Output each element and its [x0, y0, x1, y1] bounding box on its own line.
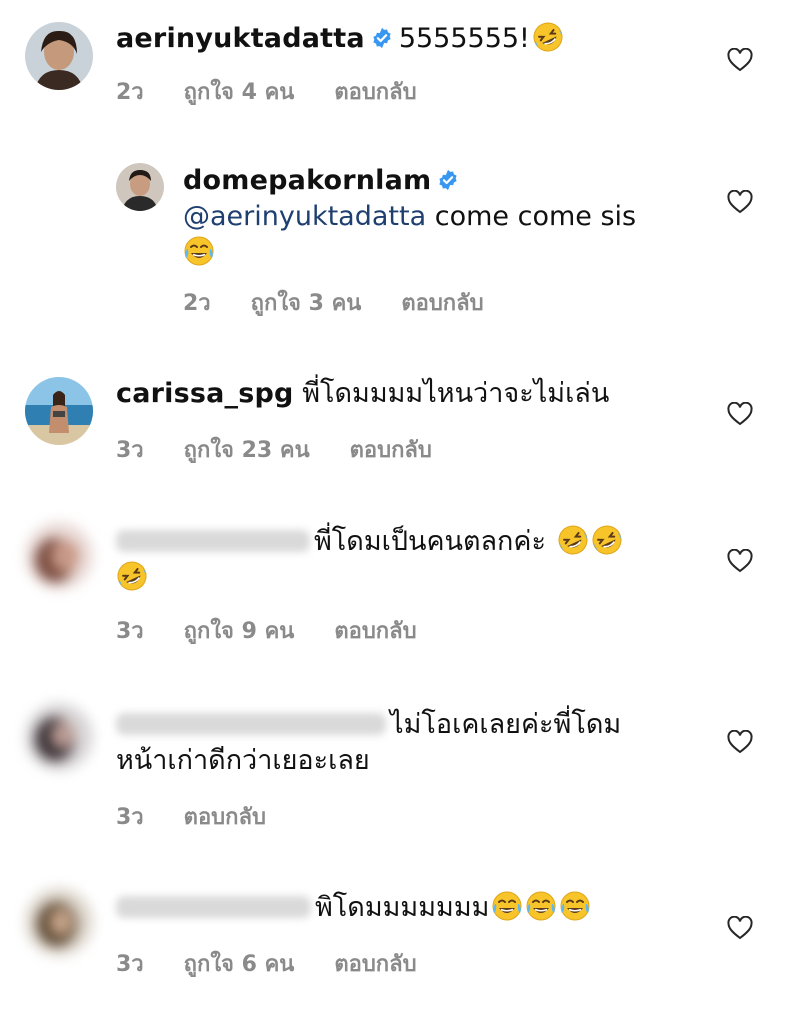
comment-body: domepakornlam @aerinyuktadatta come come… [183, 163, 683, 271]
likes-count[interactable]: ถูกใจ 3 คน [251, 285, 362, 320]
face-with-tears-of-joy-emoji [525, 890, 557, 922]
likes-count[interactable]: ถูกใจ 4 คน [184, 74, 295, 109]
avatar[interactable] [25, 22, 93, 90]
reply-button[interactable]: ตอบกลับ [184, 799, 266, 834]
comment-meta: 3ว ตอบกลับ [116, 799, 266, 834]
avatar[interactable] [25, 522, 93, 590]
avatar[interactable] [25, 377, 93, 445]
likes-count[interactable]: ถูกใจ 23 คน [184, 432, 310, 467]
heart-icon[interactable] [727, 48, 753, 72]
comment-body: ไม่โอเคเลยค่ะพี่โดม หน้าเก่าดีกว่าเยอะเล… [116, 707, 676, 779]
face-with-tears-of-joy-emoji [559, 890, 591, 922]
comment-time: 3ว [116, 438, 144, 463]
face-with-tears-of-joy-emoji [491, 890, 523, 922]
username[interactable]: carissa_spg [116, 378, 294, 409]
comment-text: พี่โดมมมมไหนว่าจะไม่เล่น [302, 378, 610, 409]
mention-link[interactable]: @aerinyuktadatta [183, 201, 426, 232]
comment-text-line2: หน้าเก่าดีกว่าเยอะเลย [116, 745, 370, 776]
reply-button[interactable]: ตอบกลับ [350, 432, 432, 467]
comment-meta: 3ว ถูกใจ 9 คน ตอบกลับ [116, 613, 417, 648]
rolling-on-floor-laughing-emoji [116, 560, 148, 592]
verified-badge-icon [437, 169, 459, 191]
masked-username[interactable] [116, 713, 386, 735]
heart-icon[interactable] [727, 549, 753, 573]
comment-time: 2ว [116, 80, 144, 105]
avatar[interactable] [116, 163, 164, 211]
rolling-on-floor-laughing-emoji [591, 524, 623, 556]
comment-meta: 3ว ถูกใจ 6 คน ตอบกลับ [116, 946, 417, 981]
masked-username[interactable] [116, 896, 311, 918]
comment-text: come come sis [434, 201, 637, 232]
reply-button[interactable]: ตอบกลับ [334, 946, 416, 981]
comment-meta: 2ว ถูกใจ 3 คน ตอบกลับ [183, 285, 484, 320]
comment-body: carissa_spg พี่โดมมมมไหนว่าจะไม่เล่น [116, 376, 609, 412]
comment-body: พี่โดมเป็นคนตลกค่ะ [116, 524, 676, 596]
comment-time: 3ว [116, 805, 144, 830]
masked-username[interactable] [116, 530, 310, 552]
comment-time: 3ว [116, 619, 144, 644]
rolling-on-floor-laughing-emoji [532, 21, 564, 53]
comment-text: พิโดมมมมมมม [315, 892, 490, 923]
reply-button[interactable]: ตอบกลับ [334, 74, 416, 109]
username[interactable]: domepakornlam [183, 165, 431, 196]
comment-body: พิโดมมมมมมม [116, 890, 591, 926]
reply-button[interactable]: ตอบกลับ [401, 285, 483, 320]
heart-icon[interactable] [727, 916, 753, 940]
heart-icon[interactable] [727, 402, 753, 426]
comment-text: 5555555! [398, 23, 530, 54]
face-with-tears-of-joy-emoji [183, 235, 215, 267]
comment-text: พี่โดมเป็นคนตลกค่ะ [314, 526, 546, 557]
comment-meta: 3ว ถูกใจ 23 คน ตอบกลับ [116, 432, 432, 467]
comment-body: aerinyuktadatta 5555555! [116, 21, 564, 57]
comment-time: 2ว [183, 291, 211, 316]
comment-meta: 2ว ถูกใจ 4 คน ตอบกลับ [116, 74, 417, 109]
rolling-on-floor-laughing-emoji [557, 524, 589, 556]
username[interactable]: aerinyuktadatta [116, 23, 365, 54]
reply-button[interactable]: ตอบกลับ [334, 613, 416, 648]
likes-count[interactable]: ถูกใจ 6 คน [184, 946, 295, 981]
comment-time: 3ว [116, 952, 144, 977]
avatar[interactable] [25, 703, 93, 771]
comment-text-line1: ไม่โอเคเลยค่ะพี่โดม [390, 709, 622, 740]
heart-icon[interactable] [727, 190, 753, 214]
avatar[interactable] [25, 888, 93, 956]
likes-count[interactable]: ถูกใจ 9 คน [184, 613, 295, 648]
heart-icon[interactable] [727, 730, 753, 754]
verified-badge-icon [371, 27, 393, 49]
